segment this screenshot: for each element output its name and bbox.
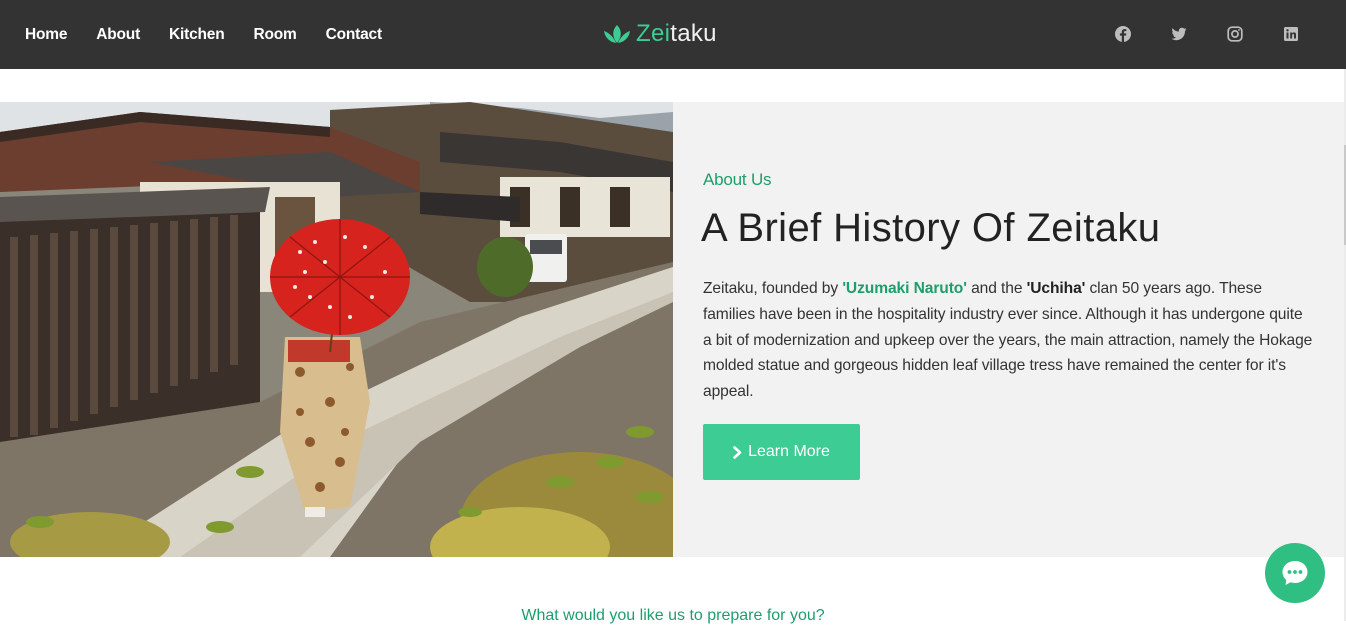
linkedin-icon[interactable] — [1282, 25, 1300, 43]
nav-link-kitchen[interactable]: Kitchen — [169, 26, 225, 44]
about-body: Zeitaku, founded by 'Uzumaki Naruto' and… — [703, 276, 1315, 405]
brand-name: Zeitaku — [636, 20, 717, 48]
chevron-right-icon — [733, 445, 742, 459]
about-eyebrow: About Us — [703, 170, 772, 189]
nav-link-home[interactable]: Home — [25, 26, 67, 44]
about-headline: A Brief History Of Zeitaku — [701, 206, 1161, 250]
nav-link-contact[interactable]: Contact — [326, 26, 382, 44]
brand-name-part2: taku — [670, 20, 717, 47]
clan-name: 'Uchiha' — [1026, 280, 1086, 297]
chat-bubble-icon — [1282, 561, 1308, 585]
about-photo — [0, 102, 673, 557]
instagram-icon[interactable] — [1226, 25, 1244, 43]
about-body-text-1: Zeitaku, founded by — [703, 280, 843, 297]
about-panel: About Us A Brief History Of Zeitaku Zeit… — [673, 102, 1346, 557]
founder-name: 'Uzumaki Naruto' — [842, 280, 967, 297]
brand-logo[interactable]: Zeitaku — [603, 18, 717, 50]
lotus-icon — [604, 25, 630, 43]
facebook-icon[interactable] — [1114, 25, 1132, 43]
nav-links: Home About Kitchen Room Contact — [25, 0, 411, 69]
about-body-text-3: clan 50 years ago. These families have b… — [703, 280, 1313, 401]
navbar: Home About Kitchen Room Contact Zeitaku — [0, 0, 1346, 69]
chat-widget-button[interactable] — [1265, 543, 1325, 603]
learn-more-label: Learn More — [748, 443, 830, 460]
street-scene-image — [0, 102, 673, 557]
nav-link-about[interactable]: About — [96, 26, 140, 44]
about-body-text-2: and the — [966, 280, 1027, 297]
learn-more-button[interactable]: Learn More — [703, 424, 860, 480]
nav-link-room[interactable]: Room — [253, 26, 296, 44]
prepare-subtitle: What would you like us to prepare for yo… — [521, 607, 825, 624]
brand-name-part1: Zei — [636, 20, 671, 47]
social-links — [1114, 25, 1338, 43]
twitter-icon[interactable] — [1170, 25, 1188, 43]
